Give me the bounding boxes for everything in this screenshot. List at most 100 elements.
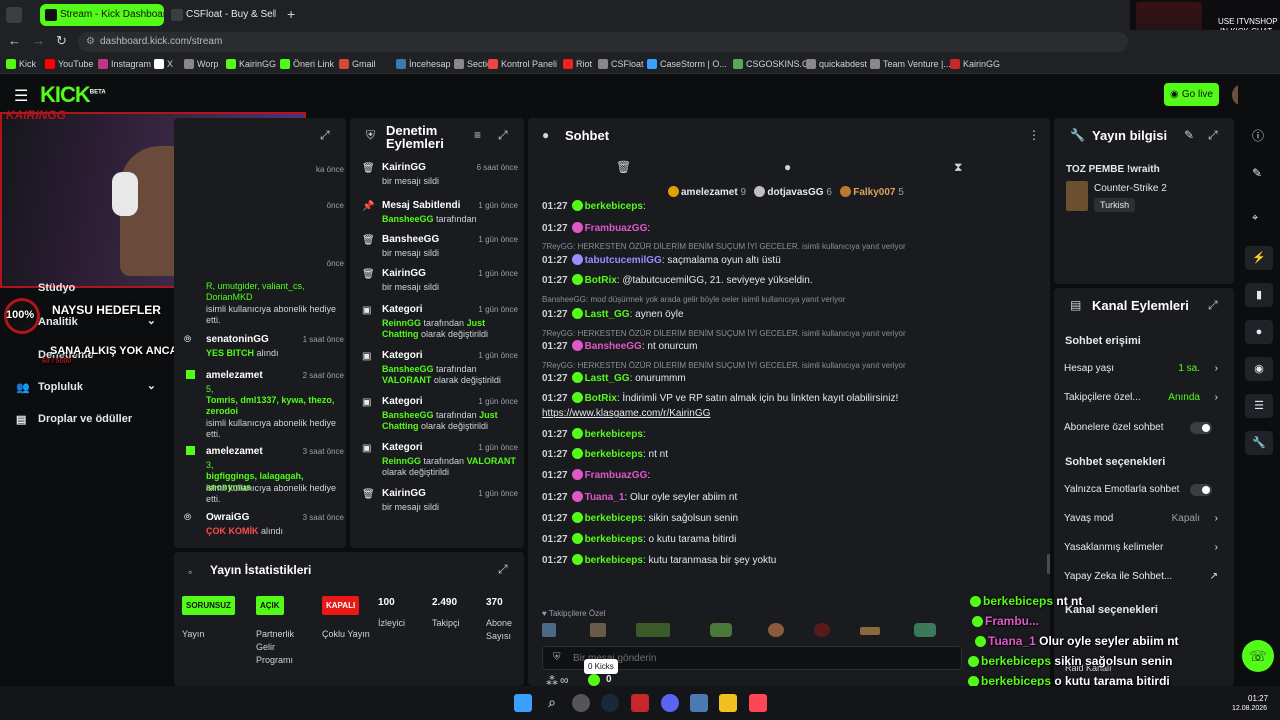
chat-message[interactable]: 01:27 FrambuazGG: bbox=[542, 469, 1042, 482]
tag-chip[interactable]: Turkish bbox=[1094, 198, 1136, 212]
filter-icon[interactable]: ≡ bbox=[474, 128, 481, 142]
message-username[interactable]: FrambuazGG bbox=[585, 223, 648, 234]
edit-icon[interactable]: ✎ bbox=[1252, 166, 1262, 180]
message-username[interactable]: berkebiceps bbox=[585, 555, 643, 566]
windows-start-icon[interactable] bbox=[514, 694, 532, 712]
bookmark-item[interactable]: CSGOSKINS.GG bbox=[733, 58, 816, 70]
bookmark-item[interactable]: Kick bbox=[6, 58, 36, 70]
scrollbar-thumb[interactable] bbox=[1047, 554, 1050, 574]
valorant-icon[interactable] bbox=[749, 694, 767, 712]
emote-icon[interactable] bbox=[636, 623, 670, 637]
message-username[interactable]: berkebiceps bbox=[585, 449, 643, 460]
bookmark-item[interactable]: CaseStorm | O... bbox=[647, 58, 727, 70]
trash-icon[interactable]: 🗑 bbox=[616, 160, 631, 174]
bookmark-item[interactable]: Riot bbox=[563, 58, 592, 70]
chat-message[interactable]: 01:27 Lastt_GG: onurummm bbox=[542, 372, 1042, 385]
bookmark-item[interactable]: quickabdest bbox=[806, 58, 867, 70]
app-icon[interactable] bbox=[572, 694, 590, 712]
message-username[interactable]: Lastt_GG bbox=[585, 373, 630, 384]
message-username[interactable]: berkebiceps bbox=[585, 513, 643, 524]
expand-icon[interactable]: ⤢ bbox=[498, 562, 508, 577]
message-username[interactable]: berkebiceps bbox=[585, 201, 643, 212]
expand-icon[interactable]: ⤢ bbox=[1208, 298, 1218, 313]
back-icon[interactable]: ← bbox=[8, 33, 21, 48]
emote-only-toggle[interactable] bbox=[1190, 484, 1212, 496]
chat-message[interactable]: 01:27 BansheeGG: nt onurcum bbox=[542, 340, 1042, 353]
chat-message[interactable]: 01:27 berkebiceps: bbox=[542, 428, 1042, 441]
bookmark-item[interactable]: Öneri Link bbox=[280, 58, 334, 70]
app-icon[interactable] bbox=[719, 694, 737, 712]
clock-date[interactable]: 12.08.2026 bbox=[1232, 705, 1267, 712]
forward-icon[interactable]: → bbox=[32, 33, 45, 48]
message-username[interactable]: tabutcucemilGG bbox=[585, 255, 662, 266]
bookmark-item[interactable]: KairinGG bbox=[226, 58, 276, 70]
sidebar-item-studio[interactable]: Stüdyo bbox=[16, 282, 75, 294]
bookmark-item[interactable]: Team Venture |... bbox=[870, 58, 951, 70]
bolt-icon[interactable]: ⚡ bbox=[1245, 246, 1273, 270]
bookmark-item[interactable]: X bbox=[154, 58, 173, 70]
emote-icon[interactable] bbox=[768, 623, 784, 637]
tab-kick-dashboard[interactable]: Stream - Kick Dashboard bbox=[40, 4, 164, 26]
sidebar-item-community[interactable]: 👥 Topluluk ⌄ bbox=[16, 380, 156, 394]
emote-icon[interactable] bbox=[914, 623, 936, 637]
expand-icon[interactable]: ⤢ bbox=[498, 128, 508, 143]
emote-icon[interactable] bbox=[860, 627, 880, 635]
bookmark-item[interactable]: İncehesap bbox=[396, 58, 451, 70]
row-ai-chat[interactable]: Yapay Zeka ile Sohbet... ↗ bbox=[1064, 571, 1224, 582]
bookmark-item[interactable]: Worp bbox=[184, 58, 218, 70]
steam-icon[interactable] bbox=[601, 694, 619, 712]
emote-icon[interactable] bbox=[814, 623, 830, 637]
message-username[interactable]: berkebiceps bbox=[585, 534, 643, 545]
broadcast-icon[interactable]: ◉ bbox=[1245, 357, 1273, 381]
go-live-button[interactable]: ◉ Go live bbox=[1164, 83, 1219, 106]
new-tab-button[interactable]: + bbox=[287, 6, 295, 22]
chat-message[interactable]: 01:27 BotRix: İndirimli VP ve RP satın al… bbox=[542, 392, 1042, 405]
emote-icon[interactable] bbox=[710, 623, 732, 637]
chat-message[interactable]: 01:27 berkebiceps: sikin sağolsun senin bbox=[542, 512, 1042, 525]
expand-icon[interactable]: ⤢ bbox=[320, 128, 330, 143]
chat-link[interactable]: https://www.klasgame.com/r/KairinGG bbox=[542, 407, 1042, 420]
more-options-icon[interactable]: ⋮ bbox=[1028, 128, 1040, 142]
message-username[interactable]: Tuana_1 bbox=[585, 492, 625, 503]
row-banned-words[interactable]: Yasaklanmış kelimeler › bbox=[1064, 542, 1224, 553]
chat-message[interactable]: 01:27 berkebiceps: o kutu tarama bitirdi bbox=[542, 533, 1042, 546]
bookmark-item[interactable]: Gmail bbox=[339, 58, 376, 70]
hourglass-icon[interactable]: ⧗ bbox=[954, 160, 962, 175]
chat-message[interactable]: 01:27 BotRix: @tabutcucemilGG, 21. seviye… bbox=[542, 274, 1042, 287]
settings-dots-icon[interactable]: ⁂ bbox=[546, 674, 558, 686]
speech-icon[interactable]: ● bbox=[784, 160, 791, 174]
message-username[interactable]: berkebiceps bbox=[585, 429, 643, 440]
url-field[interactable]: ⚙ dashboard.kick.com/stream bbox=[78, 32, 1128, 52]
expand-icon[interactable]: ⤢ bbox=[1208, 128, 1218, 143]
tab-csfloat[interactable]: CSFloat - Buy & Sell CS2 Sk bbox=[166, 4, 276, 26]
info-icon[interactable]: ⓘ bbox=[1252, 127, 1264, 144]
app-icon[interactable] bbox=[690, 694, 708, 712]
clock-time[interactable]: 01:27 bbox=[1248, 694, 1268, 703]
site-info-icon[interactable]: ⚙ bbox=[86, 32, 95, 52]
chat-message[interactable]: 01:27 Lastt_GG: aynen öyle bbox=[542, 308, 1042, 321]
emote-icon[interactable] bbox=[542, 623, 556, 637]
kick-logo[interactable]: KICKBETA bbox=[40, 82, 106, 108]
browser-menu-icon[interactable] bbox=[6, 7, 22, 23]
hamburger-menu-icon[interactable]: ☰ bbox=[14, 86, 28, 106]
discord-icon[interactable] bbox=[661, 694, 679, 712]
support-button[interactable]: ☏ bbox=[1242, 640, 1274, 672]
capture-icon[interactable]: ⌖ bbox=[1252, 212, 1258, 225]
row-slow-mode[interactable]: Yavaş mod Kapalı › bbox=[1064, 513, 1224, 524]
bookmark-item[interactable]: YouTube bbox=[45, 58, 93, 70]
sidebar-item-drops[interactable]: ▤ Droplar ve ödüller bbox=[16, 413, 132, 426]
search-icon[interactable]: ⌕ bbox=[543, 694, 561, 712]
chat-message[interactable]: 01:27 berkebiceps: kutu taranmasa bir şey… bbox=[542, 554, 1042, 567]
bookmark-item[interactable]: Kontrol Paneli bbox=[488, 58, 557, 70]
chat-message[interactable]: 01:27 berkebiceps: bbox=[542, 200, 1042, 213]
message-username[interactable]: BansheeGG bbox=[585, 341, 642, 352]
layers-icon[interactable]: ☰ bbox=[1245, 394, 1273, 418]
infinity-icon[interactable]: ∞ bbox=[560, 673, 569, 686]
message-username[interactable]: FrambuazGG bbox=[585, 470, 648, 481]
message-username[interactable]: BotRix bbox=[585, 275, 617, 286]
vivaldi-icon[interactable] bbox=[631, 694, 649, 712]
wrench-icon[interactable]: 🔧 bbox=[1245, 431, 1273, 455]
chat-bubble-icon[interactable]: ● bbox=[1245, 320, 1273, 344]
row-account-age[interactable]: Hesap yaşı 1 sa. › bbox=[1064, 363, 1224, 374]
edit-icon[interactable]: ✎ bbox=[1184, 128, 1194, 142]
